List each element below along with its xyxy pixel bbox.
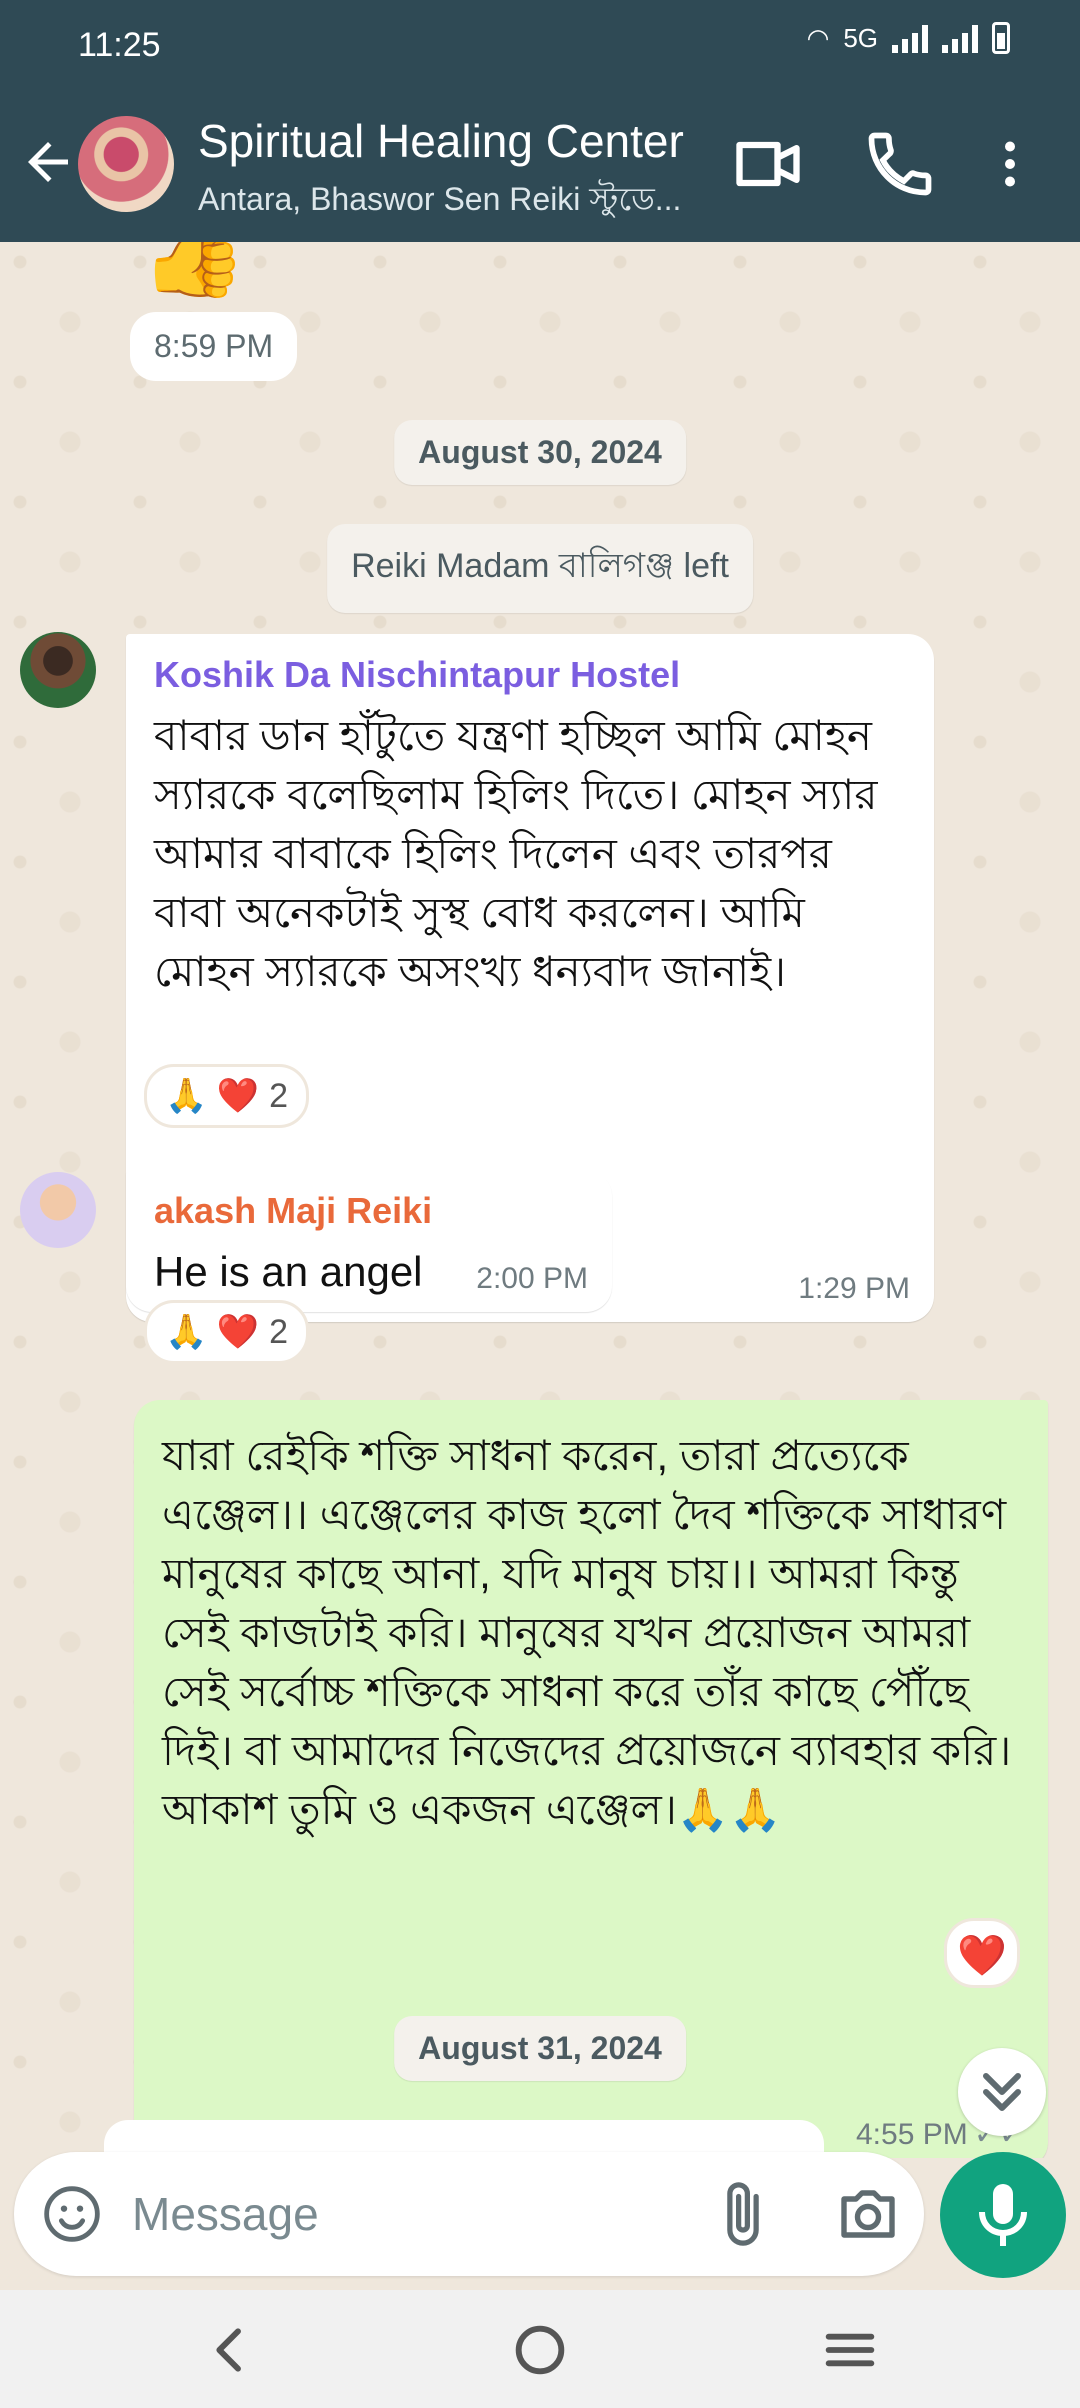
paperclip-icon[interactable] bbox=[708, 2178, 778, 2250]
more-options-icon[interactable] bbox=[980, 126, 1040, 202]
emoji-icon[interactable] bbox=[40, 2182, 104, 2246]
signal-icon bbox=[892, 23, 928, 53]
camera-icon[interactable] bbox=[832, 2178, 904, 2250]
message-time: 2:00 PM bbox=[476, 1262, 588, 1295]
nav-recents-icon[interactable] bbox=[818, 2318, 882, 2382]
reaction-count: 2 bbox=[269, 1076, 289, 1115]
date-separator: August 30, 2024 bbox=[394, 420, 686, 485]
microphone-icon[interactable] bbox=[940, 2152, 1066, 2278]
date-separator: August 31, 2024 bbox=[394, 2016, 686, 2081]
sender-name[interactable]: akash Maji Reiki bbox=[154, 1190, 584, 1232]
network-type: 5G bbox=[843, 22, 878, 53]
battery-icon bbox=[992, 22, 1010, 54]
wifi-icon: ◠ bbox=[806, 22, 830, 53]
group-title[interactable]: Spiritual Healing Center bbox=[198, 114, 684, 168]
status-bar: 11:25 ◠ 5G bbox=[0, 0, 1080, 88]
back-arrow-icon[interactable] bbox=[18, 132, 78, 192]
reaction-count: 2 bbox=[269, 1312, 289, 1351]
nav-home-icon[interactable] bbox=[508, 2318, 572, 2382]
reaction-emojis: 🙏 ❤️ bbox=[165, 1313, 260, 1351]
message-text: যারা রেইকি শক্তি সাধনা করেন, তারা প্রত্য… bbox=[162, 1432, 1012, 1833]
reactions-pill[interactable]: 🙏 ❤️ 2 bbox=[144, 1064, 310, 1128]
video-call-icon[interactable] bbox=[730, 126, 806, 202]
scroll-to-bottom-icon[interactable] bbox=[958, 2048, 1046, 2136]
message-time: 8:59 PM bbox=[130, 312, 298, 381]
reaction-heart[interactable]: ❤️ bbox=[944, 1918, 1020, 1988]
message-bubble[interactable]: akash Maji Reiki He is an angel 2:00 PM bbox=[126, 1170, 612, 1312]
reactions-pill[interactable]: 🙏 ❤️ 2 bbox=[144, 1300, 310, 1364]
message-time: 1:29 PM bbox=[798, 1272, 910, 1305]
signal-2-icon bbox=[942, 23, 978, 53]
status-icons: ◠ 5G bbox=[807, 22, 1010, 54]
sender-avatar[interactable] bbox=[20, 1172, 96, 1248]
message-input[interactable] bbox=[132, 2178, 692, 2250]
system-message: Reiki Madam বালিগঞ্জ left bbox=[327, 524, 753, 613]
reaction-emojis: 🙏 ❤️ bbox=[165, 1077, 260, 1115]
message-composer bbox=[14, 2152, 924, 2276]
system-nav-bar bbox=[0, 2290, 1080, 2408]
chat-header: Spiritual Healing Center Antara, Bhaswor… bbox=[0, 88, 1080, 242]
group-avatar[interactable] bbox=[78, 116, 174, 212]
sender-avatar[interactable] bbox=[20, 632, 96, 708]
chat-area[interactable]: 👍 8:59 PM August 30, 2024 Reiki Madam বা… bbox=[0, 242, 1080, 2158]
group-members[interactable]: Antara, Bhaswor Sen Reiki স্টুডে... bbox=[198, 174, 698, 228]
nav-back-icon[interactable] bbox=[198, 2318, 262, 2382]
sender-name[interactable]: Koshik Da Nischintapur Hostel bbox=[154, 654, 906, 696]
phone-call-icon[interactable] bbox=[862, 126, 938, 202]
thumbs-up-sticker: 👍 bbox=[140, 242, 248, 301]
status-time: 11:25 bbox=[78, 26, 161, 64]
message-text: বাবার ডান হাঁটুতে যন্ত্রণা হচ্ছিল আমি মো… bbox=[154, 712, 878, 995]
